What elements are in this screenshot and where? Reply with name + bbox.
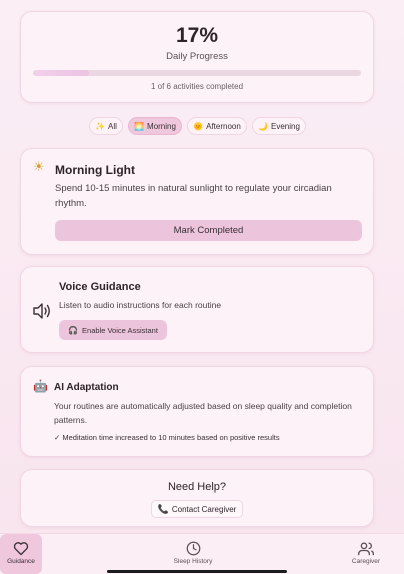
- button-label: Enable Voice Assistant: [82, 325, 158, 335]
- contact-caregiver-button[interactable]: 📞 Contact Caregiver: [151, 500, 243, 518]
- filter-label: Morning: [147, 121, 176, 131]
- filter-chip-afternoon[interactable]: 🌞 Afternoon: [187, 117, 247, 135]
- users-icon: [358, 542, 374, 556]
- sun-icon: 🌞: [193, 121, 204, 131]
- ai-adaptation-description: Your routines are automatically adjusted…: [54, 401, 352, 425]
- help-title: Need Help?: [167, 481, 227, 493]
- help-card: Need Help? 📞 Contact Caregiver: [20, 469, 374, 527]
- routine-card-morning-light: ☀ Morning Light Spend 10-15 minutes in n…: [20, 148, 374, 255]
- progress-count: 1 of 6 activities completed: [150, 82, 244, 91]
- time-filter-bar: ✨ All 🌅 Morning 🌞 Afternoon 🌙 Evening: [0, 117, 404, 135]
- routine-description: Spend 10-15 minutes in natural sunlight …: [55, 183, 332, 209]
- progress-percent: 17%: [175, 24, 219, 47]
- voice-guidance-title: Voice Guidance: [59, 281, 141, 293]
- voice-guidance-description: Listen to audio instructions for each ro…: [59, 300, 222, 310]
- moon-icon: 🌙: [258, 121, 269, 131]
- button-label: Contact Caregiver: [171, 504, 237, 514]
- filter-label: All: [108, 121, 117, 131]
- nav-tab-caregiver[interactable]: Caregiver: [346, 534, 386, 574]
- bottom-nav: Guidance Sleep History Caregiver: [0, 533, 404, 574]
- ai-adaptation-title: AI Adaptation: [54, 382, 119, 393]
- nav-label: Caregiver: [351, 558, 381, 565]
- volume-icon: [33, 303, 50, 319]
- sparkle-icon: ✨: [95, 121, 106, 131]
- progress-bar-fill: [33, 70, 89, 76]
- nav-label: Sleep History: [173, 558, 213, 565]
- ai-adaptation-note: ✓ Meditation time increased to 10 minute…: [54, 433, 280, 442]
- headphones-icon: 🎧: [68, 325, 79, 335]
- ai-adaptation-card: 🤖 AI Adaptation Your routines are automa…: [20, 366, 374, 457]
- filter-label: Evening: [271, 121, 300, 131]
- filter-chip-morning[interactable]: 🌅 Morning: [128, 117, 182, 135]
- nav-tab-guidance[interactable]: Guidance: [0, 534, 42, 574]
- voice-guidance-card: Voice Guidance Listen to audio instructi…: [20, 266, 374, 353]
- nav-tab-sleep-history[interactable]: Sleep History: [163, 534, 223, 574]
- robot-icon: 🤖: [33, 379, 48, 393]
- routine-title: Morning Light: [55, 163, 135, 177]
- nav-label: Guidance: [7, 558, 35, 565]
- filter-chip-all[interactable]: ✨ All: [89, 117, 123, 135]
- phone-icon: 📞: [157, 503, 169, 514]
- filter-chip-evening[interactable]: 🌙 Evening: [252, 117, 306, 135]
- progress-card: 17% Daily Progress 1 of 6 activities com…: [20, 11, 374, 103]
- heart-icon: [13, 542, 29, 556]
- progress-label: Daily Progress: [166, 51, 228, 62]
- filter-label: Afternoon: [206, 121, 241, 131]
- progress-bar: [33, 70, 361, 76]
- enable-voice-assistant-button[interactable]: 🎧 Enable Voice Assistant: [59, 320, 167, 340]
- mark-completed-button[interactable]: Mark Completed: [55, 220, 362, 241]
- sunrise-icon: 🌅: [134, 121, 145, 131]
- sun-icon: ☀: [33, 159, 45, 174]
- clock-icon: [186, 541, 200, 556]
